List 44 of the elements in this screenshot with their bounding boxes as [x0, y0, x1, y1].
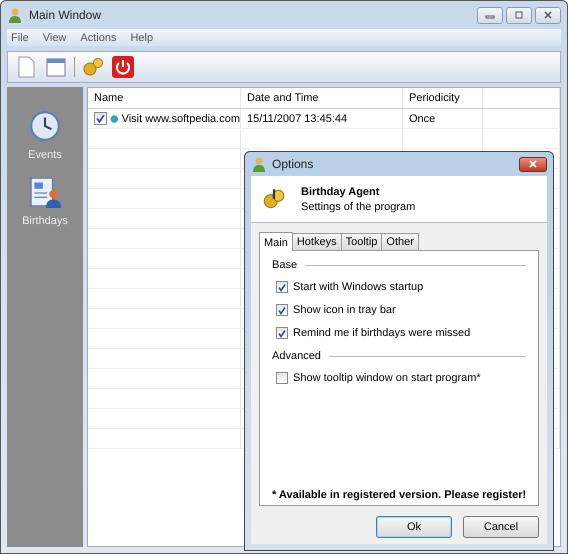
table-cell: 15/11/2007 13:45:44	[241, 109, 403, 128]
close-icon	[543, 10, 553, 20]
checkbox[interactable]	[276, 327, 288, 339]
menu-item[interactable]: Actions	[80, 32, 116, 44]
person-icon	[251, 156, 267, 172]
tab[interactable]: Hotkeys	[292, 233, 342, 250]
maximize-button[interactable]	[506, 6, 532, 24]
menu-item[interactable]: View	[42, 32, 66, 44]
close-icon	[528, 159, 538, 169]
table-cell: Once	[403, 109, 483, 128]
tab[interactable]: Other	[381, 233, 419, 250]
menu-item[interactable]: File	[11, 32, 29, 44]
power-icon[interactable]	[111, 55, 135, 79]
checkbox-label[interactable]: Show tooltip window on start program*	[293, 372, 481, 384]
clock-icon[interactable]	[28, 109, 62, 143]
ok-button[interactable]: Ok	[376, 516, 452, 538]
checkbox-label[interactable]: Show icon in tray bar	[293, 304, 396, 316]
contact-card-icon[interactable]	[28, 175, 62, 209]
registration-note: * Available in registered version. Please register!	[272, 489, 526, 501]
column-header[interactable]: Periodicity	[403, 88, 483, 108]
dialog-heading: Birthday Agent	[301, 186, 380, 198]
minimize-button[interactable]	[477, 6, 503, 24]
tab[interactable]: Main	[259, 232, 293, 251]
close-button[interactable]	[519, 156, 547, 172]
window-title: Main Window	[29, 8, 102, 22]
maximize-icon	[514, 10, 524, 20]
tab[interactable]: Tooltip	[340, 233, 382, 250]
column-header[interactable]: Date and Time	[241, 88, 403, 108]
checkbox-label[interactable]: Remind me if birthdays were missed	[293, 327, 470, 339]
dialog-subtitle: Settings of the program	[301, 200, 416, 212]
dialog-title: Options	[272, 157, 314, 171]
checkbox[interactable]	[276, 372, 288, 384]
cancel-button[interactable]: Cancel	[463, 516, 539, 538]
group-title: Advanced	[272, 350, 321, 362]
menu-item[interactable]: Help	[130, 32, 154, 44]
checkbox[interactable]	[276, 304, 288, 316]
person-icon	[7, 7, 23, 23]
table-cell: Visit www.softpedia.com	[122, 112, 240, 124]
checkbox[interactable]	[94, 112, 107, 125]
column-header[interactable]: Name	[88, 88, 241, 108]
close-button[interactable]	[535, 6, 561, 24]
checkbox[interactable]	[276, 281, 288, 293]
checkbox-label[interactable]: Start with Windows startup	[293, 281, 424, 293]
group-title: Base	[272, 259, 298, 271]
